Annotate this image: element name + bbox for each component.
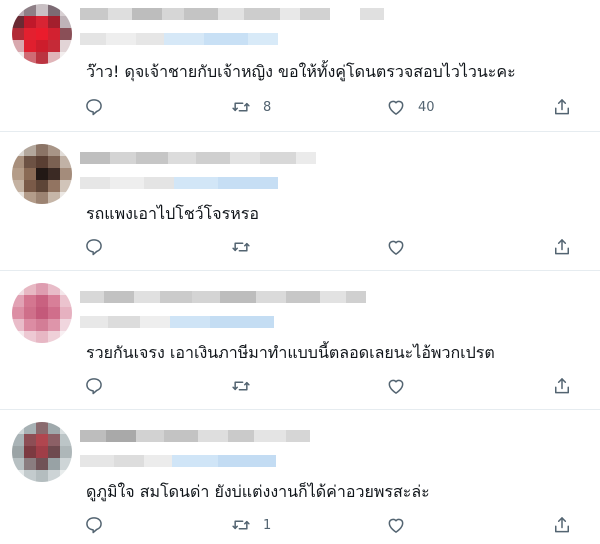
retweet-button[interactable]: 1 (231, 514, 271, 536)
retweet-count: 1 (263, 517, 272, 533)
blurred-username (80, 430, 310, 442)
share-icon (555, 517, 569, 533)
avatar[interactable] (12, 422, 72, 482)
like-button[interactable] (386, 236, 418, 258)
share-button[interactable] (552, 514, 572, 536)
blurred-handle (80, 316, 274, 328)
tweet-actions: 1 (84, 514, 584, 536)
retweet-icon (232, 520, 250, 530)
share-button[interactable] (552, 375, 572, 397)
tweet-4[interactable]: ดูภูมิใจ สมโดนด่า ยังบ่แต่งงานก็ได้ค่าอว… (0, 410, 600, 544)
reply-button[interactable] (84, 514, 104, 536)
retweet-button[interactable] (231, 375, 263, 397)
avatar[interactable] (12, 4, 72, 64)
heart-icon (388, 100, 404, 115)
tweet-text: ว๊าว! ดุจเจ้าชายกับเจ้าหญิง ขอให้ทั้งคู่… (86, 62, 516, 81)
retweet-icon (232, 102, 250, 112)
reply-icon (86, 99, 102, 116)
avatar[interactable] (12, 144, 72, 204)
tweet-actions (84, 236, 584, 258)
reply-button[interactable] (84, 96, 104, 118)
retweet-button[interactable]: 8 (231, 96, 271, 118)
like-button[interactable] (386, 514, 418, 536)
tweet-1[interactable]: ว๊าว! ดุจเจ้าชายกับเจ้าหญิง ขอให้ทั้งคู่… (0, 0, 600, 132)
blurred-handle (80, 455, 276, 467)
avatar[interactable] (12, 283, 72, 343)
blurred-handle (80, 33, 278, 45)
reply-button[interactable] (84, 375, 104, 397)
retweet-icon (232, 381, 250, 391)
heart-icon (388, 379, 404, 394)
reply-icon (86, 378, 102, 395)
like-button[interactable] (386, 375, 418, 397)
share-icon (555, 239, 569, 255)
tweet-text: รถแพงเอาไปโชว์โจรหรอ (86, 204, 259, 223)
heart-icon (388, 240, 404, 255)
retweet-count: 8 (263, 99, 272, 115)
reply-icon (86, 517, 102, 534)
reply-icon (86, 239, 102, 256)
tweet-text: ดูภูมิใจ สมโดนด่า ยังบ่แต่งงานก็ได้ค่าอว… (86, 482, 430, 501)
reply-button[interactable] (84, 236, 104, 258)
tweet-3[interactable]: รวยกันเจรง เอาเงินภาษีมาทำแบบนี้ตลอดเลยน… (0, 271, 600, 410)
share-icon (555, 378, 569, 394)
tweet-text: รวยกันเจรง เอาเงินภาษีมาทำแบบนี้ตลอดเลยน… (86, 343, 495, 362)
tweet-2[interactable]: รถแพงเอาไปโชว์โจรหรอ (0, 132, 600, 271)
blurred-username (80, 291, 366, 303)
blurred-handle (80, 177, 278, 189)
like-button[interactable]: 40 (386, 96, 435, 118)
heart-icon (388, 518, 404, 533)
blurred-username (80, 8, 384, 20)
retweet-button[interactable] (231, 236, 263, 258)
blurred-username (80, 152, 316, 164)
share-button[interactable] (552, 96, 572, 118)
tweet-actions (84, 375, 584, 397)
share-button[interactable] (552, 236, 572, 258)
retweet-icon (232, 242, 250, 252)
tweet-actions: 8 40 (84, 96, 584, 118)
like-count: 40 (418, 99, 435, 115)
share-icon (555, 99, 569, 115)
